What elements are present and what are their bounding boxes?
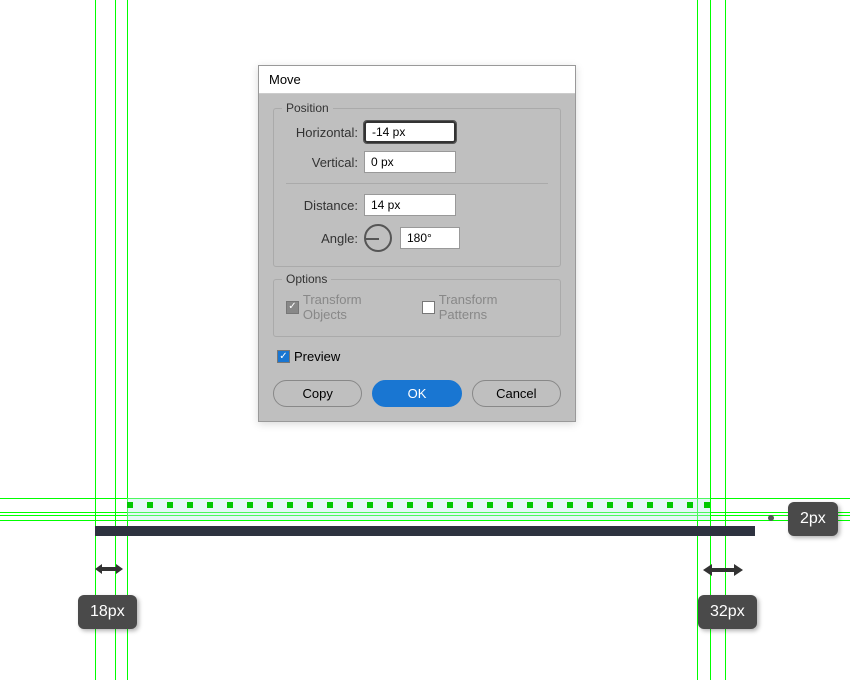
annotation-left-margin: 18px	[78, 595, 137, 629]
selection-handles[interactable]	[127, 498, 710, 512]
guide-horizontal	[0, 520, 850, 521]
horizontal-input[interactable]	[364, 121, 456, 143]
options-legend: Options	[282, 272, 331, 286]
vertical-label: Vertical:	[286, 155, 358, 170]
ok-button[interactable]: OK	[372, 380, 461, 407]
horizontal-label: Horizontal:	[286, 125, 358, 140]
checkbox-icon	[422, 301, 435, 314]
guide-vertical	[725, 0, 726, 680]
dialog-title[interactable]: Move	[259, 66, 575, 94]
guide-vertical	[697, 0, 698, 680]
measure-arrow-icon	[703, 562, 743, 578]
annotation-right-margin: 32px	[698, 595, 757, 629]
checkbox-icon: ✓	[277, 350, 290, 363]
distance-input[interactable]	[364, 194, 456, 216]
copy-button[interactable]: Copy	[273, 380, 362, 407]
move-dialog: Move Position Horizontal: Vertical: Dist…	[258, 65, 576, 422]
guide-vertical	[95, 0, 96, 680]
anchor-point-icon	[768, 515, 774, 521]
vertical-input[interactable]	[364, 151, 456, 173]
preview-checkbox[interactable]: ✓ Preview	[277, 349, 340, 364]
transform-objects-label: Transform Objects	[303, 292, 408, 322]
transform-patterns-label: Transform Patterns	[439, 292, 548, 322]
transform-patterns-checkbox[interactable]: Transform Patterns	[422, 292, 548, 322]
angle-input[interactable]	[400, 227, 460, 249]
annotation-stroke: 2px	[788, 502, 838, 536]
preview-label: Preview	[294, 349, 340, 364]
measure-arrow-icon	[95, 562, 123, 576]
transform-objects-checkbox[interactable]: ✓ Transform Objects	[286, 292, 408, 322]
guide-vertical	[127, 0, 128, 680]
angle-label: Angle:	[286, 231, 358, 246]
position-legend: Position	[282, 101, 333, 115]
guide-vertical	[710, 0, 711, 680]
distance-label: Distance:	[286, 198, 358, 213]
cancel-button[interactable]: Cancel	[472, 380, 561, 407]
options-fieldset: Options ✓ Transform Objects Transform Pa…	[273, 279, 561, 337]
checkbox-icon: ✓	[286, 301, 299, 314]
angle-dial[interactable]	[364, 224, 392, 252]
position-fieldset: Position Horizontal: Vertical: Distance:…	[273, 108, 561, 267]
divider	[286, 183, 548, 184]
artboard-edge	[95, 526, 755, 536]
guide-vertical	[115, 0, 116, 680]
